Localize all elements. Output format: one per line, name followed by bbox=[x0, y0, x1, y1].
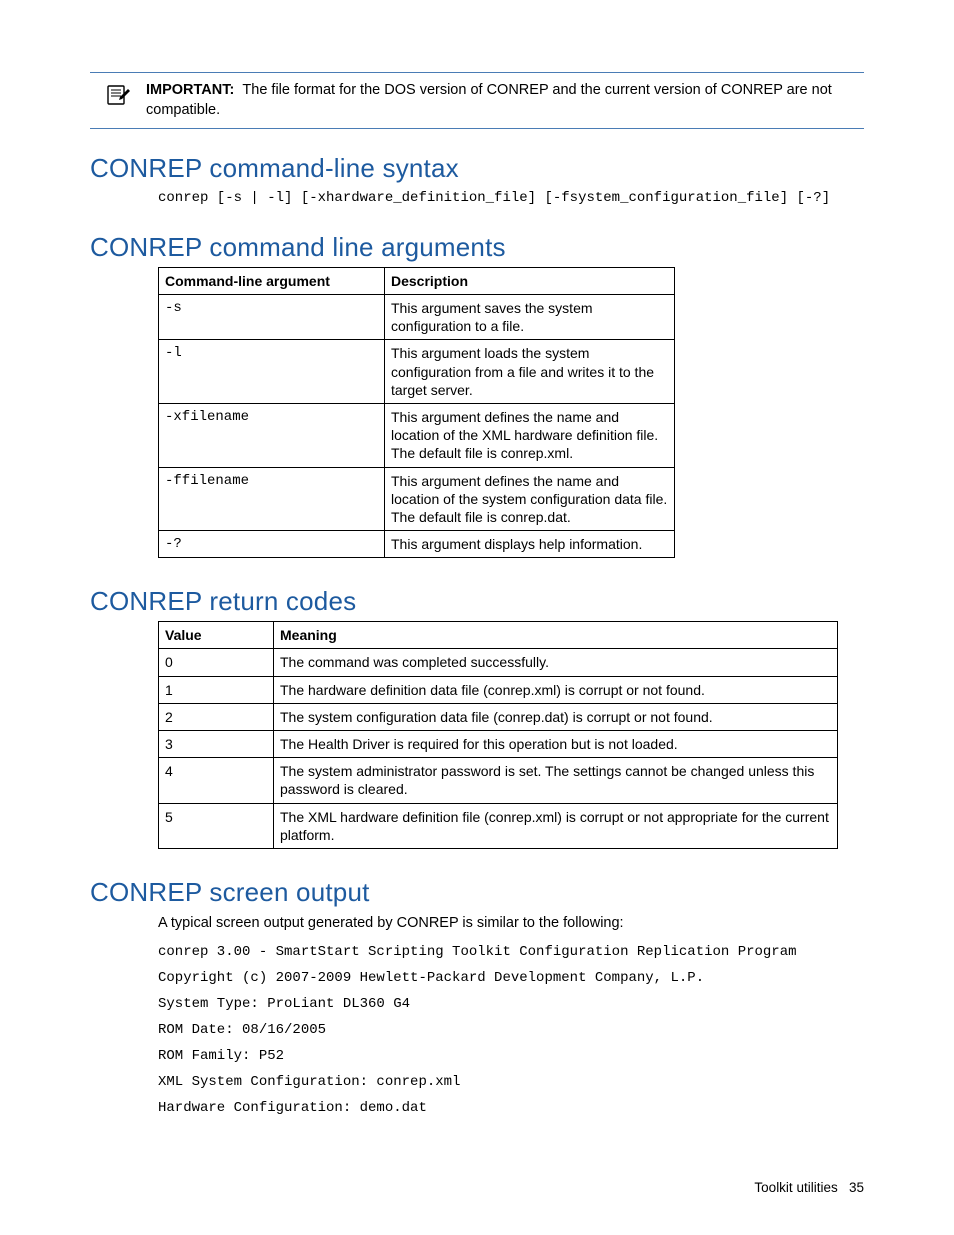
table-row: 2The system configuration data file (con… bbox=[159, 703, 838, 730]
args-col1: Command-line argument bbox=[159, 267, 385, 294]
output-line: System Type: ProLiant DL360 G4 bbox=[158, 996, 864, 1012]
args-table: Command-line argument Description -sThis… bbox=[158, 267, 675, 558]
output-line: ROM Family: P52 bbox=[158, 1048, 864, 1064]
args-col2: Description bbox=[385, 267, 675, 294]
output-intro: A typical screen output generated by CON… bbox=[158, 914, 864, 934]
codes-col2: Meaning bbox=[274, 622, 838, 649]
output-line: Copyright (c) 2007-2009 Hewlett-Packard … bbox=[158, 970, 864, 986]
screen-output: conrep 3.00 - SmartStart Scripting Toolk… bbox=[158, 944, 864, 1116]
important-icon bbox=[90, 81, 146, 107]
table-row: -sThis argument saves the system configu… bbox=[159, 295, 675, 340]
output-line: XML System Configuration: conrep.xml bbox=[158, 1074, 864, 1090]
table-row: 5The XML hardware definition file (conre… bbox=[159, 803, 838, 848]
heading-output: CONREP screen output bbox=[90, 877, 864, 908]
output-line: conrep 3.00 - SmartStart Scripting Toolk… bbox=[158, 944, 864, 960]
page-footer: Toolkit utilities 35 bbox=[754, 1180, 864, 1195]
footer-page: 35 bbox=[849, 1180, 864, 1195]
footer-section: Toolkit utilities bbox=[754, 1180, 837, 1195]
important-text: The file format for the DOS version of C… bbox=[146, 82, 832, 118]
syntax-code: conrep [-s | -l] [-xhardware_definition_… bbox=[158, 188, 864, 210]
table-row: -xfilenameThis argument defines the name… bbox=[159, 403, 675, 467]
table-row: 4The system administrator password is se… bbox=[159, 758, 838, 803]
table-row: 3The Health Driver is required for this … bbox=[159, 731, 838, 758]
heading-args: CONREP command line arguments bbox=[90, 232, 864, 263]
heading-syntax: CONREP command-line syntax bbox=[90, 153, 864, 184]
table-row: -lThis argument loads the system configu… bbox=[159, 340, 675, 404]
table-row: -ffilenameThis argument defines the name… bbox=[159, 467, 675, 531]
codes-table: Value Meaning 0The command was completed… bbox=[158, 621, 838, 849]
table-row: 1The hardware definition data file (conr… bbox=[159, 676, 838, 703]
output-line: ROM Date: 08/16/2005 bbox=[158, 1022, 864, 1038]
important-callout: IMPORTANT: The file format for the DOS v… bbox=[90, 72, 864, 129]
codes-col1: Value bbox=[159, 622, 274, 649]
important-label: IMPORTANT: bbox=[146, 82, 234, 98]
output-line: Hardware Configuration: demo.dat bbox=[158, 1100, 864, 1116]
heading-codes: CONREP return codes bbox=[90, 586, 864, 617]
table-row: -?This argument displays help informatio… bbox=[159, 531, 675, 558]
table-row: 0The command was completed successfully. bbox=[159, 649, 838, 676]
